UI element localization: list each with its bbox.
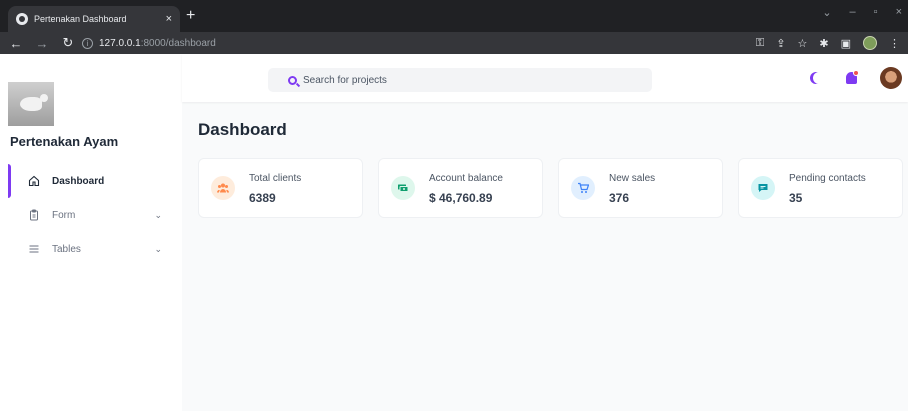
address-bar[interactable]: i 127.0.0.1:8000/dashboard: [82, 33, 742, 53]
sidepanel-icon[interactable]: ▣: [841, 37, 851, 50]
favicon-icon: [16, 13, 28, 25]
url-host: 127.0.0.1: [99, 37, 141, 49]
cash-icon: [391, 176, 415, 200]
browser-tab-bar: Pertenakan Dashboard × + ⌄ – ▫ ×: [0, 0, 908, 32]
chevron-down-icon[interactable]: ⌄: [154, 244, 162, 255]
card-label: Account balance: [429, 173, 503, 184]
share-icon[interactable]: ⇪: [776, 37, 785, 50]
app: Pertenakan Ayam Dashboard Form ⌄ Tables …: [0, 54, 908, 411]
url-text[interactable]: 127.0.0.1:8000/dashboard: [99, 38, 216, 49]
back-arrow-icon[interactable]: ←: [6, 36, 26, 51]
search-icon: [288, 75, 297, 85]
card-value: 35: [789, 191, 803, 205]
toolbar-actions: ⚿ ⇪ ☆ ✱ ▣ ⋮: [756, 36, 900, 50]
tab-title: Pertenakan Dashboard: [34, 14, 127, 24]
tab-search-icon[interactable]: ⌄: [822, 6, 831, 19]
page-title: Dashboard: [198, 120, 287, 139]
sidebar-item-form[interactable]: Form ⌄: [0, 198, 182, 232]
main-content: Dashboard Total clients 6389 Account bal…: [182, 102, 908, 411]
reload-icon[interactable]: ↻: [58, 35, 78, 51]
browser-tab[interactable]: Pertenakan Dashboard ×: [8, 6, 180, 32]
clipboard-icon: [30, 209, 38, 221]
card-label: Total clients: [249, 173, 302, 184]
url-path: :8000/dashboard: [140, 37, 216, 49]
logo: [8, 82, 54, 126]
sidebar-item-label: Dashboard: [52, 175, 105, 187]
stat-card-account-balance: Account balance $ 46,760.89: [378, 158, 543, 218]
sidebar-menu: Dashboard Form ⌄ Tables ⌄: [0, 164, 182, 266]
stat-card-new-sales: New sales 376: [558, 158, 723, 218]
chevron-down-icon[interactable]: ⌄: [154, 210, 162, 221]
info-icon[interactable]: i: [82, 37, 93, 49]
window-controls: ⌄ – ▫ ×: [822, 6, 902, 19]
star-icon[interactable]: ☆: [798, 37, 808, 50]
card-label: New sales: [609, 173, 656, 184]
card-label: Pending contacts: [789, 173, 866, 184]
sidebar: Pertenakan Ayam Dashboard Form ⌄ Tables …: [0, 54, 182, 411]
minimize-icon[interactable]: –: [850, 6, 856, 19]
tab-close-icon[interactable]: ×: [166, 13, 172, 25]
chat-icon: [751, 176, 775, 200]
card-value: $ 46,760.89: [429, 191, 493, 205]
sidebar-item-label: Form: [52, 209, 76, 221]
extensions-icon[interactable]: ✱: [819, 37, 828, 50]
chicken-logo-icon: [20, 94, 48, 111]
sidebar-item-label: Tables: [52, 243, 81, 255]
maximize-icon[interactable]: ▫: [874, 6, 878, 19]
search-input[interactable]: [303, 74, 603, 86]
stats-cards: Total clients 6389 Account balance $ 46,…: [198, 158, 904, 218]
new-tab-button[interactable]: +: [186, 8, 195, 24]
topbar: [182, 54, 908, 102]
stat-card-pending-contacts: Pending contacts 35: [738, 158, 903, 218]
cart-icon: [571, 176, 595, 200]
stat-card-total-clients: Total clients 6389: [198, 158, 363, 218]
key-icon[interactable]: ⚿: [756, 37, 764, 50]
users-icon: [211, 176, 235, 200]
list-icon: [29, 245, 39, 253]
brand-name: Pertenakan Ayam: [10, 134, 119, 149]
home-icon: [28, 175, 40, 187]
browser-menu-icon[interactable]: ⋮: [889, 37, 900, 50]
window-close-icon[interactable]: ×: [896, 6, 902, 19]
card-value: 6389: [249, 191, 276, 205]
moon-icon[interactable]: [813, 72, 825, 84]
sidebar-item-tables[interactable]: Tables ⌄: [0, 232, 182, 266]
search-bar[interactable]: [268, 68, 652, 92]
topbar-actions: [810, 67, 908, 89]
sidebar-item-dashboard[interactable]: Dashboard: [0, 164, 182, 198]
logo-dot: [10, 128, 14, 132]
profile-avatar[interactable]: [863, 36, 877, 50]
browser-toolbar: ← → ↻ i 127.0.0.1:8000/dashboard ⚿ ⇪ ☆ ✱…: [0, 32, 908, 54]
avatar[interactable]: [880, 67, 902, 89]
card-value: 376: [609, 191, 630, 205]
notification-dot: [853, 70, 859, 76]
forward-arrow-icon[interactable]: →: [32, 36, 52, 51]
notifications-button[interactable]: [844, 70, 859, 85]
